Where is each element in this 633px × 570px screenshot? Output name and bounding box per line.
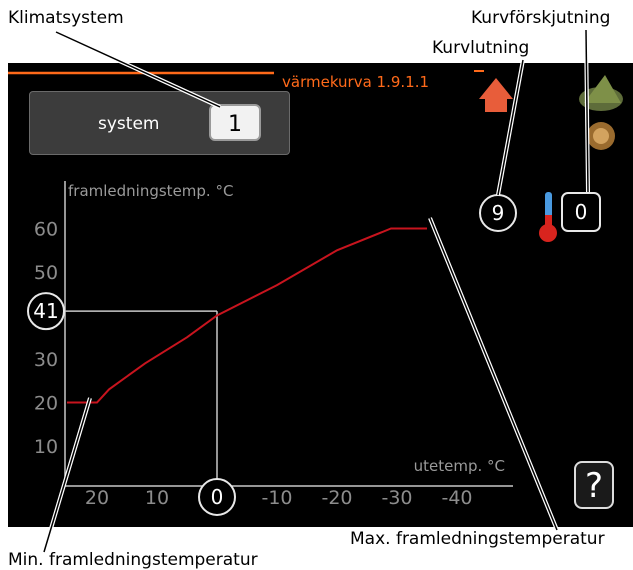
chart-plot bbox=[67, 227, 427, 404]
curve-slope-badge[interactable]: 9 bbox=[492, 201, 505, 225]
thermometer-icon bbox=[539, 192, 557, 242]
x-tick-label: -40 bbox=[441, 487, 472, 509]
heat-pump-display: framledningstemp. °Cutetemp. °C605040302… bbox=[8, 63, 633, 527]
tent-icon[interactable] bbox=[579, 75, 623, 111]
y-tick-label: 50 bbox=[34, 262, 58, 284]
x-tick-label: -20 bbox=[321, 487, 352, 509]
system-value-field[interactable]: 1 bbox=[209, 104, 261, 141]
y-axis-label: framledningstemp. °C bbox=[68, 182, 233, 200]
y-tick-label: 20 bbox=[34, 393, 58, 415]
y-tick-label: 10 bbox=[34, 436, 58, 458]
menu-title: värmekurva 1.9.1.1 bbox=[278, 73, 434, 91]
x-axis-label: utetemp. °C bbox=[414, 457, 505, 475]
y-tick-label: 60 bbox=[34, 219, 58, 241]
callout-climate-system: Klimatsystem bbox=[8, 8, 124, 28]
curve-offset-value[interactable]: 0 bbox=[575, 200, 588, 224]
compass-icon[interactable] bbox=[587, 122, 615, 150]
x-tick-label: 10 bbox=[145, 487, 169, 509]
x-tick-label: -30 bbox=[381, 487, 412, 509]
x-tick-label: 20 bbox=[85, 487, 109, 509]
system-label: system bbox=[98, 114, 160, 134]
y-tick-label: 30 bbox=[34, 349, 58, 371]
callout-curve-slope: Kurvlutning bbox=[432, 38, 530, 58]
help-button[interactable]: ? bbox=[574, 461, 614, 509]
callout-curve-offset: Kurvförskjutning bbox=[471, 8, 611, 28]
heating-curve-line bbox=[67, 227, 427, 404]
callout-min-flow-temp: Min. framledningstemperatur bbox=[8, 550, 258, 570]
chart-axes: framledningstemp. °Cutetemp. °C605040302… bbox=[27, 181, 601, 516]
outdoor-temp-badge[interactable]: 0 bbox=[211, 485, 224, 509]
current-flow-temp-badge[interactable]: 41 bbox=[33, 299, 58, 323]
home-icon[interactable] bbox=[479, 78, 513, 112]
system-selector[interactable]: system 1 bbox=[29, 91, 290, 155]
x-tick-label: -10 bbox=[261, 487, 292, 509]
callout-max-flow-temp: Max. framledningstemperatur bbox=[350, 529, 605, 549]
